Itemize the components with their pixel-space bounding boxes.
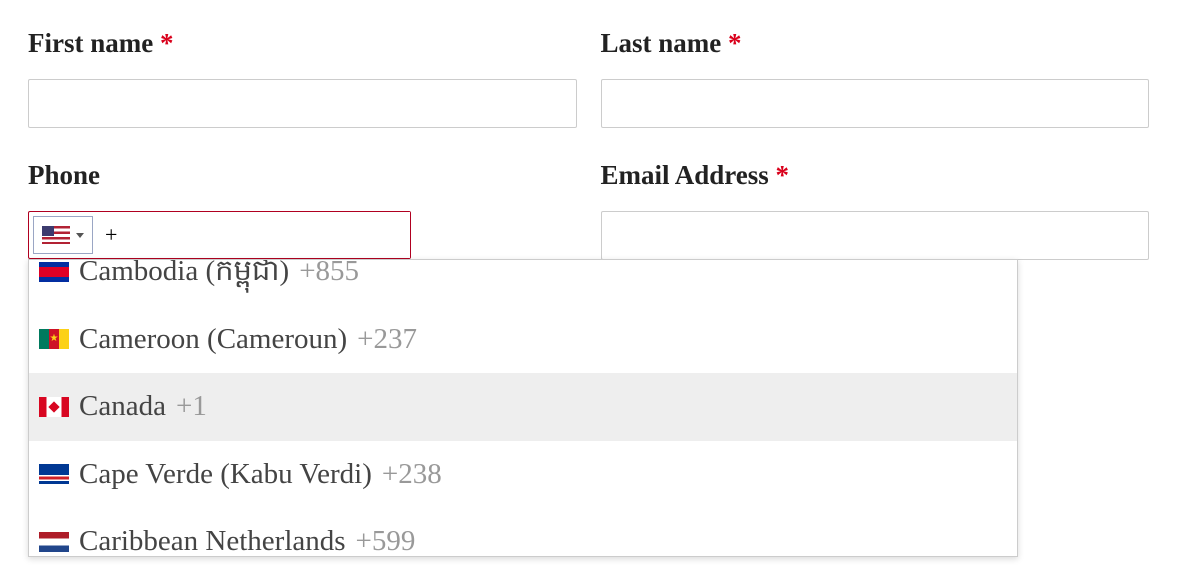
chevron-down-icon xyxy=(76,233,84,238)
email-field: Email Address * xyxy=(601,160,1150,260)
country-name: Cameroon (Cameroun) xyxy=(79,318,347,362)
dial-code: +237 xyxy=(357,318,417,362)
email-label: Email Address * xyxy=(601,160,1150,191)
label-text: Last name xyxy=(601,28,722,58)
flag-icon xyxy=(39,397,69,417)
flag-icon xyxy=(42,226,70,244)
flag-icon xyxy=(39,464,69,484)
required-marker: * xyxy=(728,28,742,58)
required-marker: * xyxy=(776,160,790,190)
first-name-label: First name * xyxy=(28,28,577,59)
label-text: Phone xyxy=(28,160,100,190)
last-name-input[interactable] xyxy=(601,79,1150,128)
country-option[interactable]: Caribbean Netherlands +599 xyxy=(29,508,1017,557)
country-option[interactable]: Cameroon (Cameroun) +237 xyxy=(29,306,1017,374)
country-name: Caribbean Netherlands xyxy=(79,520,346,557)
country-name: Cambodia (កម្ពុជា) xyxy=(79,259,289,294)
country-name: Cape Verde (Kabu Verdi) xyxy=(79,453,372,497)
country-option[interactable]: Cambodia (កម្ពុជា) +855 xyxy=(29,259,1017,306)
email-input[interactable] xyxy=(601,211,1150,260)
flag-icon xyxy=(39,329,69,349)
dial-code: +855 xyxy=(299,259,359,294)
country-option[interactable]: Canada +1 xyxy=(29,373,1017,441)
last-name-label: Last name * xyxy=(601,28,1150,59)
country-selector[interactable] xyxy=(33,216,93,254)
required-marker: * xyxy=(160,28,174,58)
last-name-field: Last name * xyxy=(601,28,1150,128)
country-dropdown[interactable]: Cambodia (កម្ពុជា) +855 Cameroon (Camero… xyxy=(28,259,1018,557)
phone-input-wrap: Cambodia (កម្ពុជា) +855 Cameroon (Camero… xyxy=(28,211,411,259)
country-name: Canada xyxy=(79,385,166,429)
label-text: Email Address xyxy=(601,160,769,190)
phone-label: Phone xyxy=(28,160,577,191)
phone-field: Phone Cambodia (កម្ពុជា) +855 Cameroon (… xyxy=(28,160,577,260)
first-name-field: First name * xyxy=(28,28,577,128)
country-option[interactable]: Cape Verde (Kabu Verdi) +238 xyxy=(29,441,1017,509)
label-text: First name xyxy=(28,28,153,58)
flag-icon xyxy=(39,532,69,552)
dial-code: +599 xyxy=(356,520,416,557)
dial-code: +1 xyxy=(176,385,207,429)
first-name-input[interactable] xyxy=(28,79,577,128)
dial-code: +238 xyxy=(382,453,442,497)
flag-icon xyxy=(39,262,69,282)
phone-input[interactable] xyxy=(97,212,410,258)
